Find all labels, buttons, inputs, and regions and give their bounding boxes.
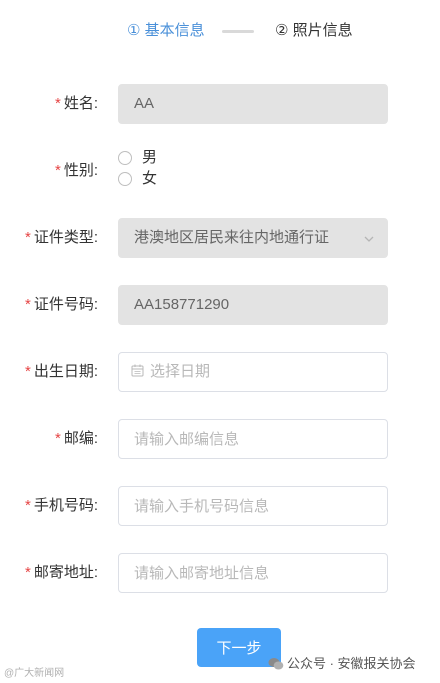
watermark-right: 公众号 · 安徽报关协会 <box>268 655 416 673</box>
required-mark: * <box>54 430 61 447</box>
row-phone: * 手机号码: <box>0 486 440 526</box>
required-mark: * <box>54 162 61 179</box>
wechat-icon <box>268 657 284 670</box>
row-id-number: * 证件号码: AA158771290 <box>0 285 440 325</box>
address-input[interactable] <box>118 553 388 593</box>
id-number-field[interactable]: AA158771290 <box>118 285 388 325</box>
calendar-icon <box>131 364 144 377</box>
form-page: ① 基本信息 ② 照片信息 * 姓名: AA * 性别: 男 女 * 证件类型: 港澳… <box>0 0 440 683</box>
id-type-label: * 证件类型: <box>24 229 98 246</box>
phone-input[interactable] <box>118 486 388 526</box>
radio-circle[interactable] <box>118 151 132 165</box>
radio-circle[interactable] <box>118 172 132 186</box>
row-name: * 姓名: AA <box>0 84 440 124</box>
watermark-right-text: 公众号 · 安徽报关协会 <box>287 656 416 671</box>
watermark-left: @广大新闻网 <box>4 668 65 679</box>
row-gender: * 性别: <box>0 151 440 191</box>
phone-label: * 手机号码: <box>24 497 98 514</box>
required-mark: * <box>24 229 31 246</box>
required-mark: * <box>24 296 31 313</box>
name-label: * 姓名: <box>54 95 98 112</box>
step-connector <box>222 30 254 33</box>
gender-label: * 性别: <box>54 162 98 179</box>
postcode-input[interactable] <box>118 419 388 459</box>
row-id-type: * 证件类型: 港澳地区居民来往内地通行证 <box>0 218 440 258</box>
id-number-label: * 证件号码: <box>24 296 98 313</box>
step-photo-info[interactable]: ② 照片信息 <box>275 18 353 44</box>
id-type-select[interactable]: 港澳地区居民来往内地通行证 <box>118 218 388 258</box>
postcode-label: * 邮编: <box>54 430 98 447</box>
step-basic-info[interactable]: ① 基本信息 <box>127 18 205 44</box>
required-mark: * <box>54 95 61 112</box>
address-label: * 邮寄地址: <box>24 564 98 581</box>
gender-female-label: 女 <box>142 170 158 187</box>
required-mark: * <box>24 497 31 514</box>
chevron-down-icon <box>364 236 374 242</box>
id-type-value: 港澳地区居民来往内地通行证 <box>134 229 330 246</box>
step-indicator: ① 基本信息 ② 照片信息 <box>0 18 440 44</box>
required-mark: * <box>24 564 31 581</box>
birth-date-picker[interactable]: 选择日期 <box>118 352 388 392</box>
required-mark: * <box>24 363 31 380</box>
birth-date-placeholder: 选择日期 <box>150 363 211 380</box>
birth-date-label: * 出生日期: <box>24 363 98 380</box>
name-field[interactable]: AA <box>118 84 388 124</box>
row-address: * 邮寄地址: <box>0 553 440 593</box>
row-birth-date: * 出生日期: 选择日期 <box>0 352 440 392</box>
gender-male-label: 男 <box>142 149 158 166</box>
row-postcode: * 邮编: <box>0 419 440 459</box>
